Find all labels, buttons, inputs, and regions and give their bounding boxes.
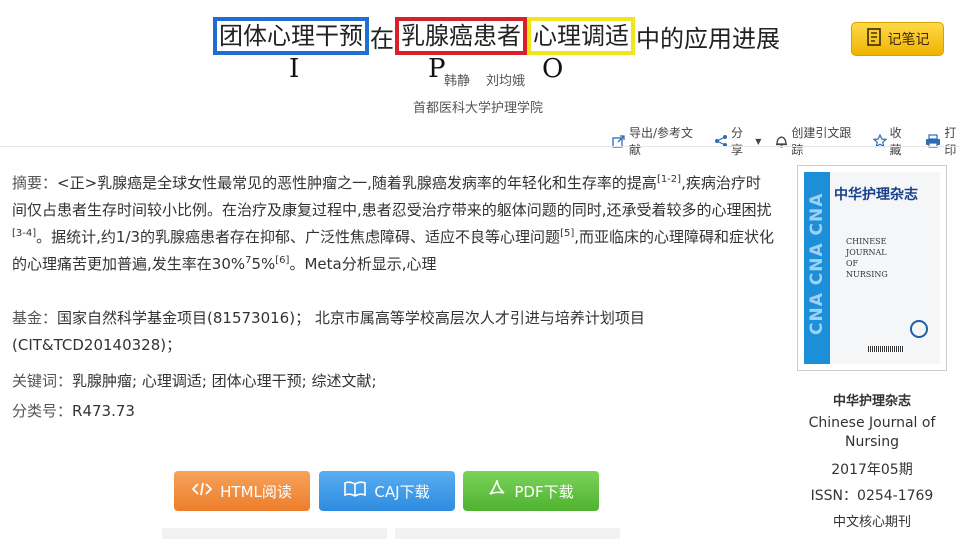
html-read-button[interactable]: HTML阅读 [174,471,310,511]
journal-issn: ISSN：0254-1769 [810,488,934,504]
annotation-letter-o: O [542,54,564,84]
citation-tracking-button[interactable]: 创建引文跟踪 [775,124,858,158]
journal-issue[interactable]: 2017年05期 [797,459,947,479]
bottom-panel [395,528,620,539]
abstract-label: 摘要： [12,174,58,192]
take-note-button[interactable]: 记笔记 [851,22,944,56]
caj-download-button[interactable]: CAJ下载 [319,471,455,511]
annotation-letter-i: I [289,54,300,84]
title-segment-connector: 在 [370,24,394,53]
cover-english-line: CHINESE [846,237,887,246]
abstract-segment: 。Meta分析显示,心理 [289,255,437,273]
book-icon [344,481,367,501]
title-segment-outcome: 心理调适 [527,17,635,55]
title-segment-population: 乳腺癌患者 [395,17,527,55]
notebook-icon [866,28,882,50]
export-button[interactable]: 导出/参考文献 [612,124,700,158]
citation-ref[interactable]: [5] [560,228,574,239]
cover-band-text: CNA CNA CNA [807,192,827,335]
pdf-icon [488,478,506,502]
collect-label: 收藏 [889,126,902,157]
fund-line: 基金：国家自然科学基金项目(81573016)； 北京市属高等学校高层次人才引进… [12,305,782,359]
export-label: 导出/参考文献 [629,126,694,157]
journal-logo [910,320,928,338]
take-note-label: 记笔记 [887,32,930,48]
abstract-text: 摘要：<正>乳腺癌是全球女性最常见的恶性肿瘤之一,随着乳腺癌发病率的年轻化和生存… [12,170,774,278]
collect-button[interactable]: 收藏 [872,124,912,158]
abstract-segment: <正>乳腺癌是全球女性最常见的恶性肿瘤之一,随着乳腺癌发病率的年轻化和生存率的提… [57,174,657,192]
journal-cover[interactable]: CNA CNA CNA 中华护理杂志 CHINESE JOURNAL OF NU… [797,165,947,371]
header-divider [0,146,960,147]
chevron-down-icon: ▼ [755,136,762,146]
classification-label: 分类号： [12,402,73,420]
annotation-letter-p: P [428,54,446,84]
cover-english-line: NURSING [846,270,888,279]
pdf-download-button[interactable]: PDF下载 [463,471,599,511]
cover-english-line: OF [846,259,859,268]
affiliation-link[interactable]: 首都医科大学护理学院 [413,97,543,116]
share-button[interactable]: 分享 ▼ [714,124,761,158]
classification-value: R473.73 [72,402,135,420]
pdf-download-label: PDF下载 [514,482,574,501]
classification-line: 分类号：R473.73 [12,398,782,425]
citation-ref[interactable]: [1-2] [657,174,681,185]
print-label: 打印 [944,126,957,157]
fund-label: 基金： [12,309,58,327]
title-segment-rest: 中的应用进展 [636,24,780,53]
html-read-label: HTML阅读 [220,482,292,501]
fund-value[interactable]: 国家自然科学基金项目(81573016)； 北京市属高等学校高层次人才引进与培养… [12,309,645,354]
cover-title: 中华护理杂志 [834,187,918,203]
abstract-segment: 。据统计,约1/3的乳腺癌患者存在抑郁、广泛性焦虑障碍、适应不良等心理问题 [36,228,561,246]
article-toolbar: 导出/参考文献 分享 ▼ 创建引文跟踪 收藏 打印 [612,124,966,158]
keywords-label: 关键词： [12,372,73,390]
caj-download-label: CAJ下载 [374,482,430,501]
journal-name-cn[interactable]: 中华护理杂志 [797,390,947,409]
bottom-panel [162,528,387,539]
journal-name-en[interactable]: Chinese Journal of Nursing [797,414,947,452]
print-button[interactable]: 打印 [925,124,966,158]
author-link[interactable]: 韩静 [444,70,470,89]
journal-core-badge: 中文核心期刊 [832,515,911,530]
keywords-value[interactable]: 乳腺肿瘤; 心理调适; 团体心理干预; 综述文献; [72,372,377,390]
code-icon [191,481,213,501]
abstract-segment: 5% [251,255,276,273]
keywords-line: 关键词：乳腺肿瘤; 心理调适; 团体心理干预; 综述文献; [12,368,782,395]
citation-ref[interactable]: [6] [275,255,289,266]
cover-english-line: JOURNAL [846,248,887,257]
share-label: 分享 [730,126,743,157]
cover-band: CNA CNA CNA [804,172,830,364]
title-segment-intervention: 团体心理干预 [213,17,369,55]
barcode [868,346,904,352]
journal-cover-image: CNA CNA CNA 中华护理杂志 CHINESE JOURNAL OF NU… [804,172,940,364]
citation-ref[interactable]: [3-4] [12,228,36,239]
article-title: 团体心理干预 在 乳腺癌患者 心理调适 中的应用进展 [213,14,781,58]
cover-english-title: CHINESE JOURNAL OF NURSING [846,236,888,280]
citation-tracking-label: 创建引文跟踪 [791,126,852,157]
author-link[interactable]: 刘均娥 [486,70,525,89]
